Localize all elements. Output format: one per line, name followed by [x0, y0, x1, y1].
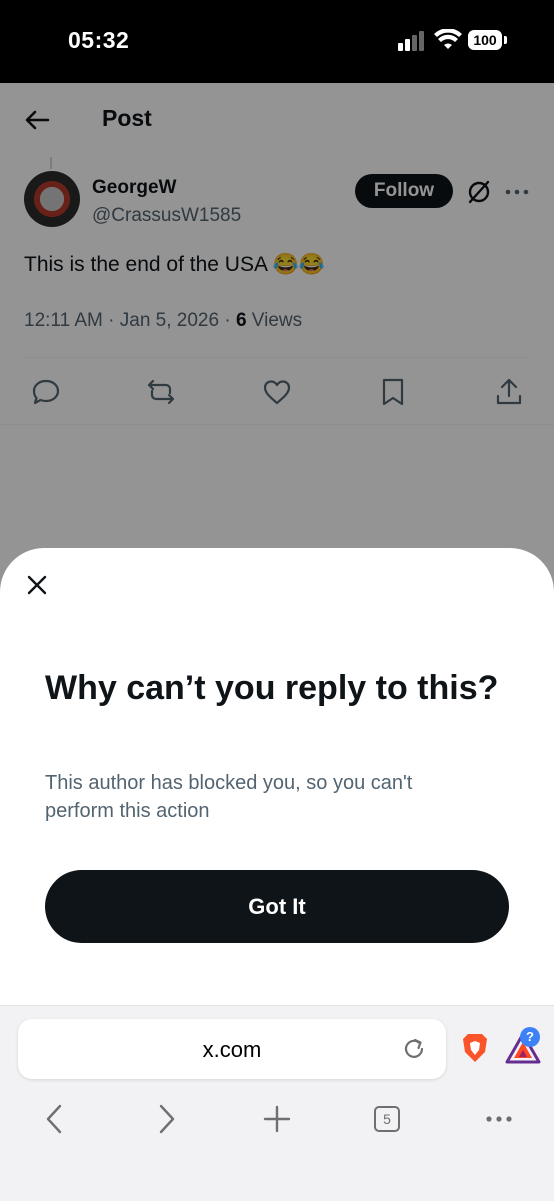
browser-toolbar: x.com 5 — [0, 1005, 554, 1201]
sheet-title: Why can’t you reply to this? — [45, 669, 499, 707]
status-bar: 05:32 100 — [0, 0, 554, 83]
tabs-icon[interactable]: 5 — [374, 1106, 400, 1132]
menu-icon — [486, 1116, 512, 1122]
url-text[interactable]: x.com — [18, 1037, 446, 1063]
address-bar[interactable]: x.com — [18, 1019, 446, 1079]
cellular-signal-icon — [398, 31, 424, 51]
sheet-description: This author has blocked you, so you can'… — [45, 772, 413, 822]
battery-indicator: 100 — [468, 30, 508, 52]
rewards-badge: ? — [520, 1027, 540, 1047]
wifi-icon — [434, 29, 462, 49]
reply-restricted-sheet: Why can’t you reply to this? This author… — [0, 548, 554, 1005]
battery-level: 100 — [468, 30, 502, 50]
close-icon[interactable] — [24, 572, 50, 598]
status-time: 05:32 — [68, 27, 130, 53]
got-it-button[interactable]: Got It — [45, 870, 509, 943]
back-icon — [46, 1104, 62, 1134]
browser-menu-button[interactable] — [482, 1102, 516, 1136]
battery-tip — [504, 36, 507, 44]
brave-shields-icon[interactable] — [460, 1032, 490, 1064]
forward-icon — [159, 1104, 175, 1134]
reload-icon[interactable] — [401, 1036, 427, 1062]
browser-back-button[interactable] — [38, 1102, 72, 1136]
new-tab-icon — [263, 1105, 291, 1133]
browser-forward-button[interactable] — [149, 1102, 183, 1136]
new-tab-button[interactable] — [260, 1102, 294, 1136]
